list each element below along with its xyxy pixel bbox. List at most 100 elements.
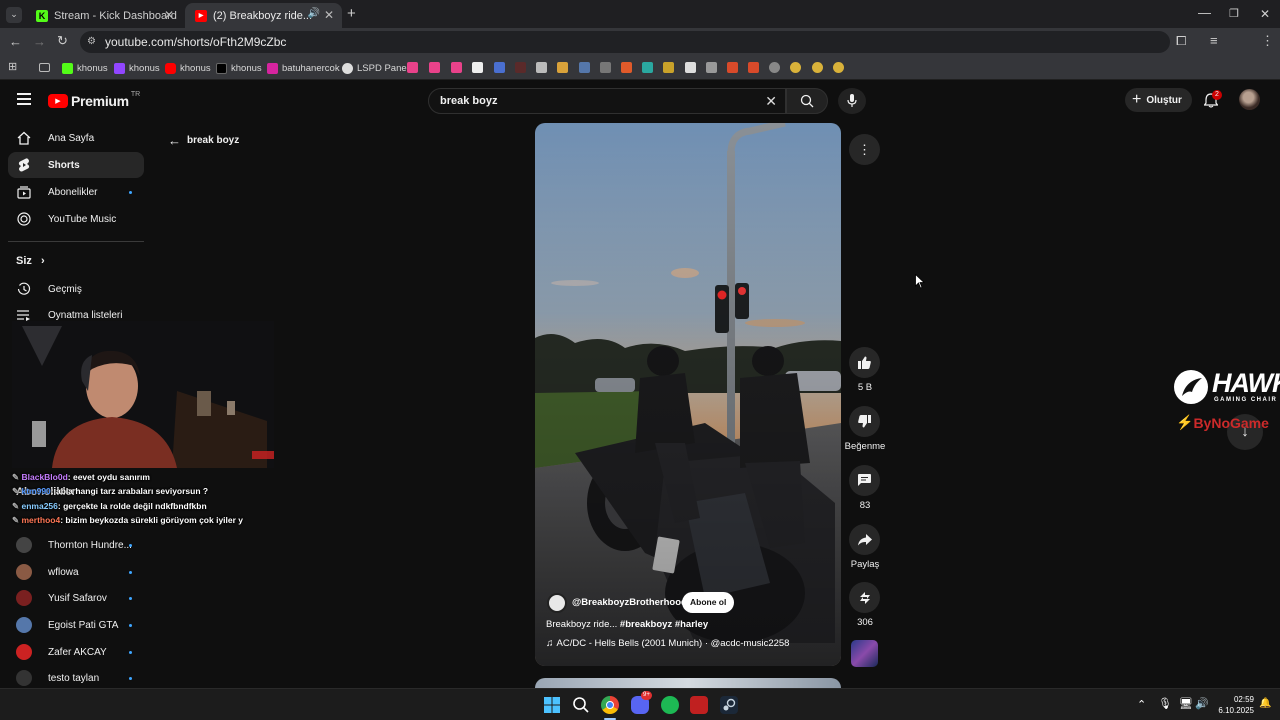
sidebar-item-subscriptions[interactable]: Abonelikler xyxy=(8,179,144,205)
bookmark-icon[interactable] xyxy=(621,62,632,73)
kick-icon xyxy=(62,62,73,74)
app-icon[interactable] xyxy=(690,696,708,714)
notification-center-icon[interactable]: 🔔 xyxy=(1259,698,1271,709)
bookmark-icon[interactable] xyxy=(579,62,590,73)
bookmark-icon[interactable] xyxy=(515,62,526,73)
sound-thumbnail[interactable] xyxy=(851,640,878,667)
sidebar-item-home[interactable]: Ana Sayfa xyxy=(8,125,144,151)
microphone-icon[interactable]: 🎙 xyxy=(1158,697,1172,710)
bookmark-item[interactable]: khonus xyxy=(62,61,108,75)
bookmark-icon[interactable] xyxy=(833,62,844,73)
chevron-up-icon[interactable]: ⌃ xyxy=(1137,698,1146,711)
site-info-icon[interactable]: ⚙ xyxy=(87,31,96,53)
steam-icon[interactable] xyxy=(720,696,738,714)
share-button[interactable] xyxy=(849,524,880,555)
bookmark-icon[interactable] xyxy=(600,62,611,73)
bookmark-icon[interactable] xyxy=(812,62,823,73)
more-options-button[interactable]: ⋮ xyxy=(849,134,880,165)
bookmark-icon[interactable] xyxy=(748,62,759,73)
music-note-icon: ♫ xyxy=(546,638,554,649)
forward-icon[interactable]: → xyxy=(33,35,46,49)
bookmark-icon[interactable] xyxy=(663,62,674,73)
clock[interactable]: 02:59 6.10.2025 xyxy=(1214,694,1254,716)
bookmark-icon[interactable] xyxy=(557,62,568,73)
bookmark-icon[interactable] xyxy=(494,62,505,73)
minimize-icon[interactable]: — xyxy=(1198,6,1211,20)
reload-icon[interactable]: ↻ xyxy=(57,34,68,48)
gmail-icon[interactable] xyxy=(451,62,462,73)
notifications-button[interactable]: 2 xyxy=(1203,90,1222,109)
voice-search-button[interactable] xyxy=(838,88,866,114)
sidebar-channel[interactable]: wflowa xyxy=(8,560,144,584)
gmail-icon[interactable] xyxy=(407,62,418,73)
account-avatar[interactable] xyxy=(1239,89,1260,110)
subscribe-button[interactable]: Abone ol xyxy=(682,592,735,613)
apps-icon[interactable]: ⊞ xyxy=(8,60,19,73)
bookmark-icon[interactable] xyxy=(472,62,483,73)
sidebar-item-youtube-music[interactable]: YouTube Music xyxy=(8,206,144,232)
back-to-search-button[interactable]: ← break boyz xyxy=(168,133,239,148)
tab-youtube-short[interactable]: ▶ (2) Breakboyz ride... #break 🔊 ✕ xyxy=(185,3,342,28)
shorts-video-player[interactable]: @BreakboyzBrotherhood Abone ol Breakboyz… xyxy=(535,123,841,666)
clear-search-icon[interactable]: ✕ xyxy=(765,89,777,113)
remix-button[interactable] xyxy=(849,582,880,613)
short-channel-name[interactable]: @BreakboyzBrotherhood xyxy=(572,597,687,608)
sidebar-channel[interactable]: Egoist Pati GTA xyxy=(8,613,144,637)
short-title[interactable]: Breakboyz ride... #breakboyz #harley xyxy=(546,619,708,630)
hamburger-menu-icon[interactable] xyxy=(17,93,31,105)
sidebar-item-label: Shorts xyxy=(48,159,80,171)
discord-icon[interactable]: 9+ xyxy=(631,691,652,714)
dislike-button[interactable] xyxy=(849,406,880,437)
gmail-icon[interactable] xyxy=(429,62,440,73)
bookmark-item[interactable]: khonus xyxy=(165,61,211,75)
bookmark-icon[interactable] xyxy=(685,62,696,73)
search-icon[interactable] xyxy=(572,696,590,714)
youtube-premium-logo[interactable]: ▶ Premium TR xyxy=(48,91,140,109)
sidebar-item-history[interactable]: Geçmiş xyxy=(8,276,144,302)
bookmark-icon[interactable] xyxy=(706,62,717,73)
bookmark-icon[interactable] xyxy=(536,62,547,73)
chrome-icon[interactable] xyxy=(601,696,619,714)
short-music-link[interactable]: ♫ AC/DC - Hells Bells (2001 Munich) · @a… xyxy=(546,638,789,649)
new-tab-icon[interactable]: + xyxy=(347,6,356,21)
sidebar-channel[interactable]: Thornton Hundre... xyxy=(8,533,144,557)
bookmark-item[interactable]: LSPD Panel xyxy=(342,61,409,75)
restore-icon[interactable]: ❐ xyxy=(1229,7,1239,21)
bookmark-item[interactable]: batuhanercok xyxy=(267,61,340,75)
sidebar-channel[interactable]: Yusif Safarov xyxy=(8,586,144,610)
sidebar-item-shorts[interactable]: Shorts xyxy=(8,152,144,178)
network-icon[interactable]: 🖥 xyxy=(1179,697,1193,710)
tab-search-icon[interactable]: ⌄ xyxy=(6,7,22,23)
close-icon[interactable]: ✕ xyxy=(324,8,334,22)
bookmark-item[interactable]: khonus xyxy=(114,61,160,75)
close-icon[interactable]: ✕ xyxy=(164,8,174,22)
bookmark-icon[interactable] xyxy=(769,62,780,73)
sidebar-you-header[interactable]: Siz › xyxy=(16,255,45,267)
extensions-icon[interactable]: ⧠ xyxy=(1176,34,1186,48)
create-button[interactable]: + Oluştur xyxy=(1125,88,1192,112)
spotify-icon[interactable] xyxy=(661,696,679,714)
media-control-icon[interactable]: ≡ xyxy=(1210,34,1218,48)
bookmark-icon[interactable] xyxy=(642,62,653,73)
comments-button[interactable] xyxy=(849,465,880,496)
windows-start-icon[interactable] xyxy=(543,696,561,714)
address-bar[interactable]: ⚙ youtube.com/shorts/oFth2M9cZbc xyxy=(80,31,1170,53)
search-button[interactable] xyxy=(786,88,828,114)
bookmark-icon[interactable] xyxy=(790,62,801,73)
like-button[interactable] xyxy=(849,347,880,378)
folder-icon[interactable] xyxy=(39,63,50,72)
search-input[interactable]: break boyz ✕ xyxy=(428,88,786,114)
speaker-icon[interactable]: 🔊 xyxy=(308,8,320,19)
tab-kick-dashboard[interactable]: K Stream - Kick Dashboard ✕ xyxy=(26,3,182,28)
menu-icon[interactable]: ⋮ xyxy=(1261,34,1274,48)
bookmark-item[interactable]: khonus xyxy=(216,61,262,75)
hawk-logo-icon xyxy=(1174,370,1208,404)
youtube-icon xyxy=(165,62,176,74)
channel-avatar[interactable] xyxy=(547,593,567,613)
sidebar-channel[interactable]: Zafer AKCAY xyxy=(8,640,144,664)
volume-icon[interactable]: 🔊 xyxy=(1195,697,1209,710)
window-close-icon[interactable]: ✕ xyxy=(1260,7,1270,21)
sidebar-channel[interactable]: testo taylan xyxy=(8,666,144,690)
bookmark-icon[interactable] xyxy=(727,62,738,73)
back-icon[interactable]: ← xyxy=(9,35,22,49)
